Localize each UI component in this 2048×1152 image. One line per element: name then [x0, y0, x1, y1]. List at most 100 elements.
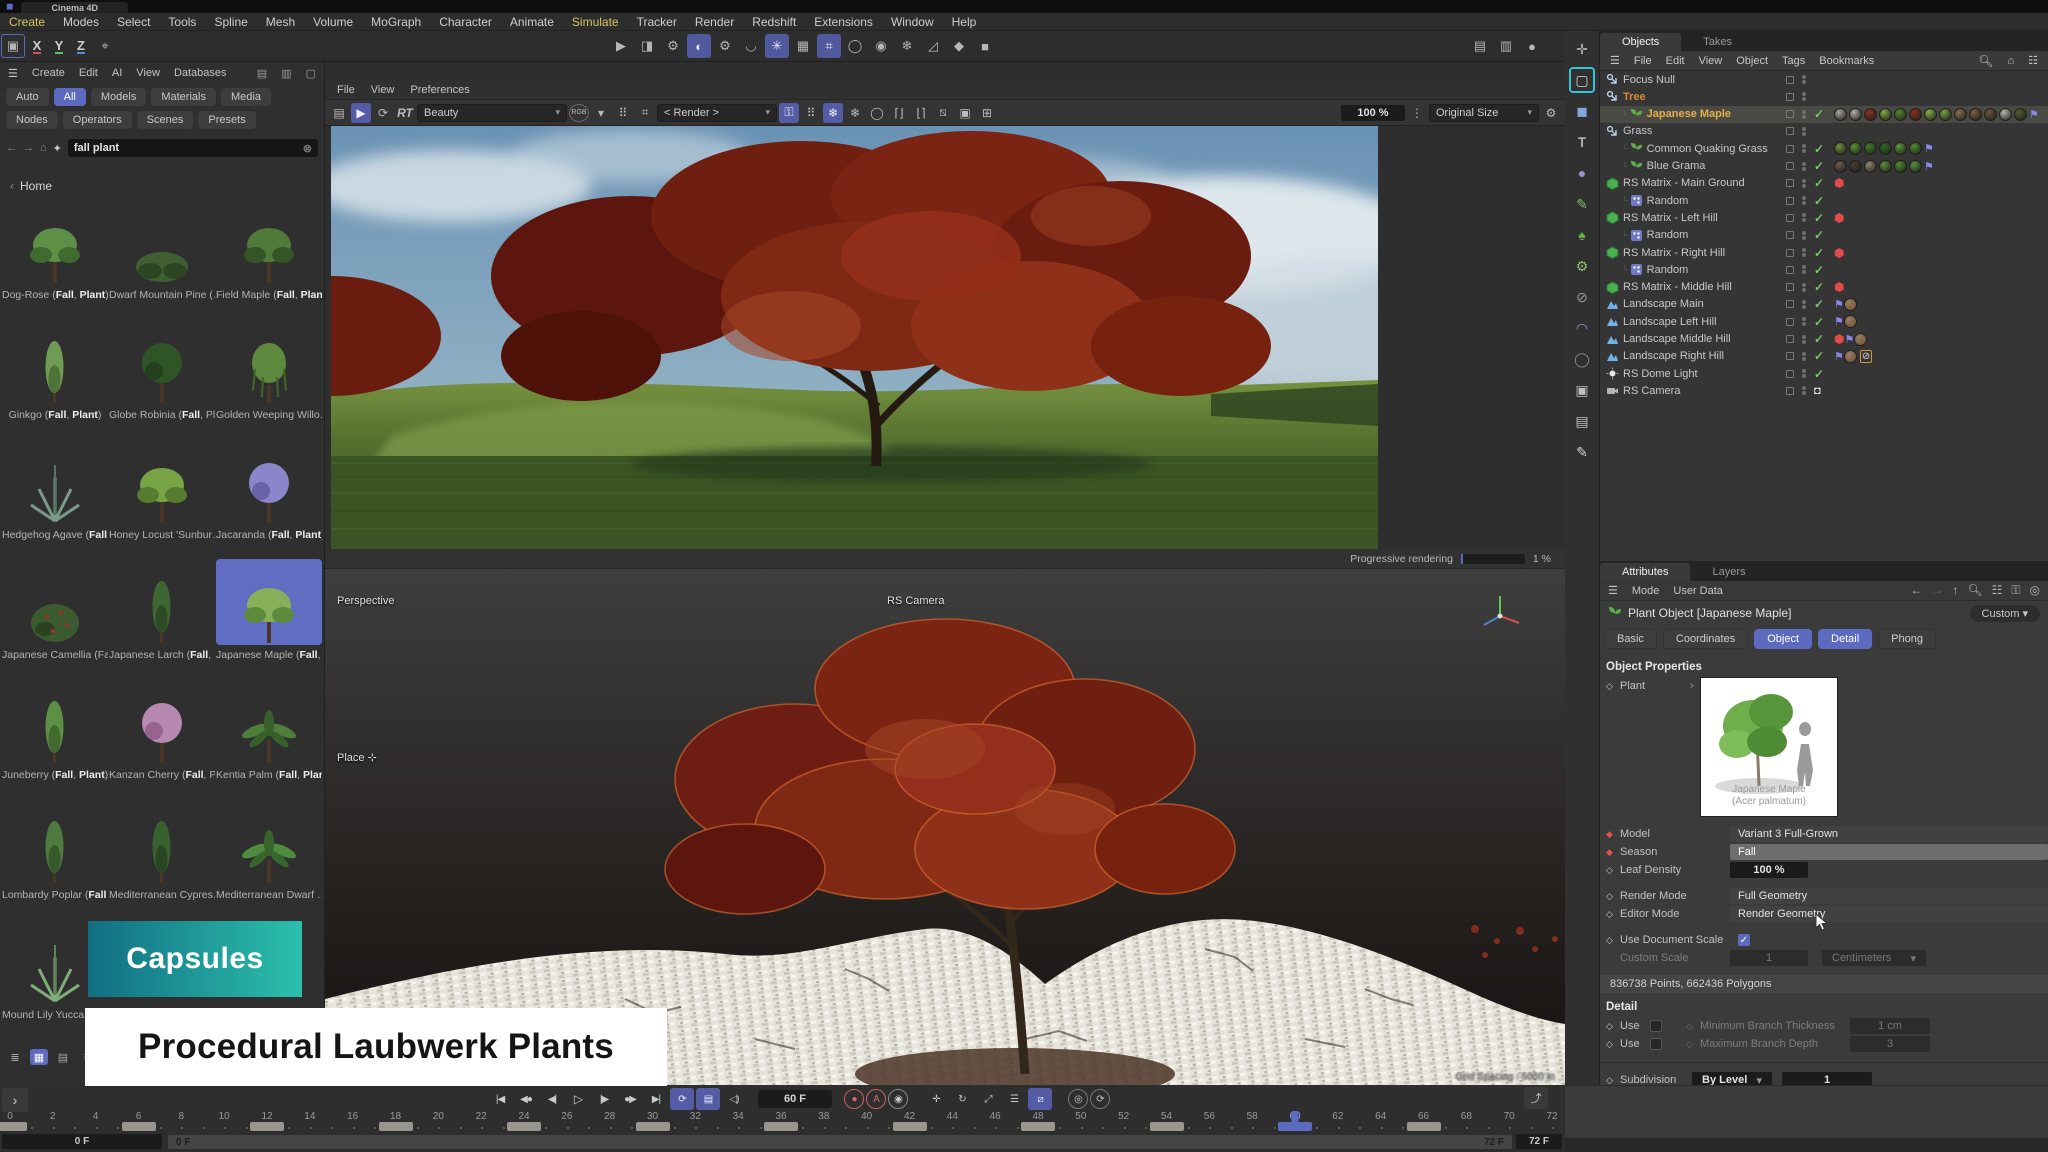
object-row[interactable]: RS Matrix - Left Hill✓⬢ [1600, 209, 2048, 226]
material-swatch[interactable] [1924, 108, 1937, 121]
enabled-check-icon[interactable]: ✓ [1814, 194, 1824, 208]
om-menu-edit[interactable]: Edit [1666, 55, 1685, 67]
object-name[interactable]: RS Matrix - Left Hill [1623, 212, 1718, 224]
menu-item-simulate[interactable]: Simulate [563, 15, 628, 29]
object-name[interactable]: Common Quaking Grass [1647, 143, 1768, 155]
key-diamond-icon[interactable]: ◇ [1606, 935, 1620, 946]
rt-label[interactable]: RT [395, 103, 415, 123]
object-name[interactable]: RS Matrix - Right Hill [1623, 247, 1725, 259]
goto-end-button[interactable]: ▶| [644, 1088, 668, 1110]
image-add-icon[interactable]: ⊞ [977, 103, 997, 123]
grid-snap-icon[interactable]: ▦ [791, 34, 815, 58]
freeze-icon[interactable]: ❄ [895, 34, 919, 58]
enabled-check-icon[interactable]: ✓ [1814, 315, 1824, 329]
quantize-icon[interactable]: ⌗ [817, 34, 841, 58]
back-icon[interactable]: ← [1910, 583, 1922, 598]
spline-pen-icon[interactable]: ✎ [1569, 191, 1595, 217]
material-swatch[interactable] [1984, 108, 1997, 121]
filter-tab-all[interactable]: All [54, 88, 86, 106]
object-name[interactable]: Random [1647, 229, 1689, 241]
menu-item-help[interactable]: Help [943, 15, 986, 29]
axis-x-button[interactable]: X [26, 35, 48, 57]
key-icon[interactable]: ◆ [947, 34, 971, 58]
plant-item[interactable]: Kanzan Cherry (Fall, Pl… [109, 679, 215, 797]
redshift-tag-icon[interactable]: ⬢ [1834, 246, 1844, 260]
split-icon[interactable]: ▥ [281, 67, 291, 80]
attr-pill-detail[interactable]: Detail [1818, 629, 1872, 649]
preset-dropdown[interactable]: Custom ▾ [1970, 605, 2040, 622]
object-row[interactable]: RS Matrix - Main Ground✓⬢ [1600, 175, 2048, 192]
key-scale-button[interactable]: ⤢ [976, 1088, 1000, 1110]
freeze-icon[interactable]: ❄ [823, 103, 843, 123]
object-name[interactable]: Focus Null [1623, 74, 1675, 86]
tab-objects[interactable]: Objects [1600, 33, 1681, 51]
material-swatch[interactable] [1849, 160, 1862, 173]
back-icon[interactable]: ← [6, 142, 17, 154]
zoom-stepper[interactable]: ⋮ [1407, 103, 1427, 123]
keying-settings-button[interactable]: ◉ [888, 1089, 908, 1109]
keyframe-marker[interactable] [122, 1122, 156, 1131]
filter-tab-models[interactable]: Models [91, 88, 146, 106]
enabled-check-icon[interactable]: ✓ [1814, 263, 1824, 277]
season-dropdown[interactable]: Fall [1730, 844, 2048, 860]
grid-view-icon[interactable]: ▦ [30, 1049, 48, 1065]
generator-gear-icon[interactable]: ⚙ [1569, 253, 1595, 279]
custom-scale-field[interactable]: 1 [1730, 950, 1808, 966]
object-name[interactable]: RS Matrix - Main Ground [1623, 177, 1745, 189]
layer-toggle-icon[interactable] [1786, 76, 1794, 84]
attr-pill-phong[interactable]: Phong [1878, 629, 1936, 649]
enabled-check-icon[interactable]: ✓ [1814, 142, 1824, 156]
material-swatch[interactable] [1834, 160, 1847, 173]
render-view-menu-preferences[interactable]: Preferences [410, 84, 469, 96]
parent-icon[interactable]: ↑ [1952, 583, 1958, 598]
region-circle-icon[interactable]: ◯ [867, 103, 887, 123]
texture-tag-icon[interactable] [1844, 315, 1857, 328]
timeline-ruler[interactable]: 0246810121416182022242628303234363840424… [0, 1111, 1565, 1133]
layer-toggle-icon[interactable] [1786, 162, 1794, 170]
keyframe-marker[interactable] [507, 1122, 541, 1131]
redshift-tag-icon[interactable]: ⬢ [1834, 176, 1844, 190]
collapse-icon[interactable]: ‹ [10, 179, 14, 193]
hamburger-icon[interactable]: ☰ [8, 67, 18, 80]
keyframe-marker[interactable] [1407, 1122, 1441, 1131]
filter-tab-nodes[interactable]: Nodes [6, 111, 58, 129]
keyframe-marker[interactable] [379, 1122, 413, 1131]
asset-menu-edit[interactable]: Edit [79, 67, 98, 79]
enabled-check-icon[interactable]: ✓ [1814, 107, 1824, 121]
material-swatch[interactable] [1894, 160, 1907, 173]
max-branch-field[interactable]: 3 [1850, 1036, 1930, 1052]
dynamic-guides-icon[interactable]: ✳ [765, 34, 789, 58]
plant-item[interactable]: Dog-Rose (Fall, Plant) [2, 199, 108, 317]
plant-item[interactable]: Golden Weeping Willo… [216, 319, 322, 437]
plant-item[interactable]: Juneberry (Fall, Plant) [2, 679, 108, 797]
channel-dropdown-icon[interactable]: ▾ [591, 103, 611, 123]
visibility-dots[interactable] [1802, 385, 1806, 396]
viewport-name-label[interactable]: Perspective [337, 595, 394, 607]
render-pass-dropdown[interactable]: Beauty▾ [417, 104, 567, 122]
filter-icon[interactable]: ☷ [1992, 583, 2003, 598]
object-name[interactable]: Japanese Maple [1647, 108, 1731, 120]
visibility-dots[interactable] [1802, 299, 1806, 310]
object-row[interactable]: RS Dome Light✓ [1600, 365, 2048, 382]
key-rotation-button[interactable]: ↻ [950, 1088, 974, 1110]
workplane-lock-icon[interactable]: ◉ [869, 34, 893, 58]
object-row[interactable]: Landscape Right Hill✓⚑⊘ [1600, 348, 2048, 365]
render-settings-icon[interactable]: ⚙ [661, 34, 685, 58]
annotation-flag-icon[interactable]: ⚑ [2029, 108, 2039, 121]
enabled-check-icon[interactable]: ✓ [1814, 246, 1824, 260]
layout-monitor2-icon[interactable]: ▥ [1494, 34, 1518, 58]
object-row[interactable]: Landscape Middle Hill✓⬢⚑ [1600, 331, 2048, 348]
material-swatch[interactable] [1879, 160, 1892, 173]
layer-toggle-icon[interactable] [1786, 387, 1794, 395]
view-size-dropdown[interactable]: Original Size▾ [1429, 104, 1539, 122]
plant-item[interactable]: Ginkgo (Fall, Plant) [2, 319, 108, 437]
layer-toggle-icon[interactable] [1786, 335, 1794, 343]
redshift-tag-icon[interactable]: ⬢ [1834, 211, 1844, 225]
gear-wrench-icon[interactable]: ⚙ [713, 34, 737, 58]
environment-icon[interactable]: ◯ [1569, 346, 1595, 372]
use-document-scale-checkbox[interactable]: ✓ [1738, 934, 1750, 946]
menu-item-window[interactable]: Window [882, 15, 943, 29]
menu-item-spline[interactable]: Spline [205, 15, 256, 29]
key-pla-button[interactable]: ⧄ [1028, 1088, 1052, 1110]
asset-menu-ai[interactable]: AI [112, 67, 122, 79]
